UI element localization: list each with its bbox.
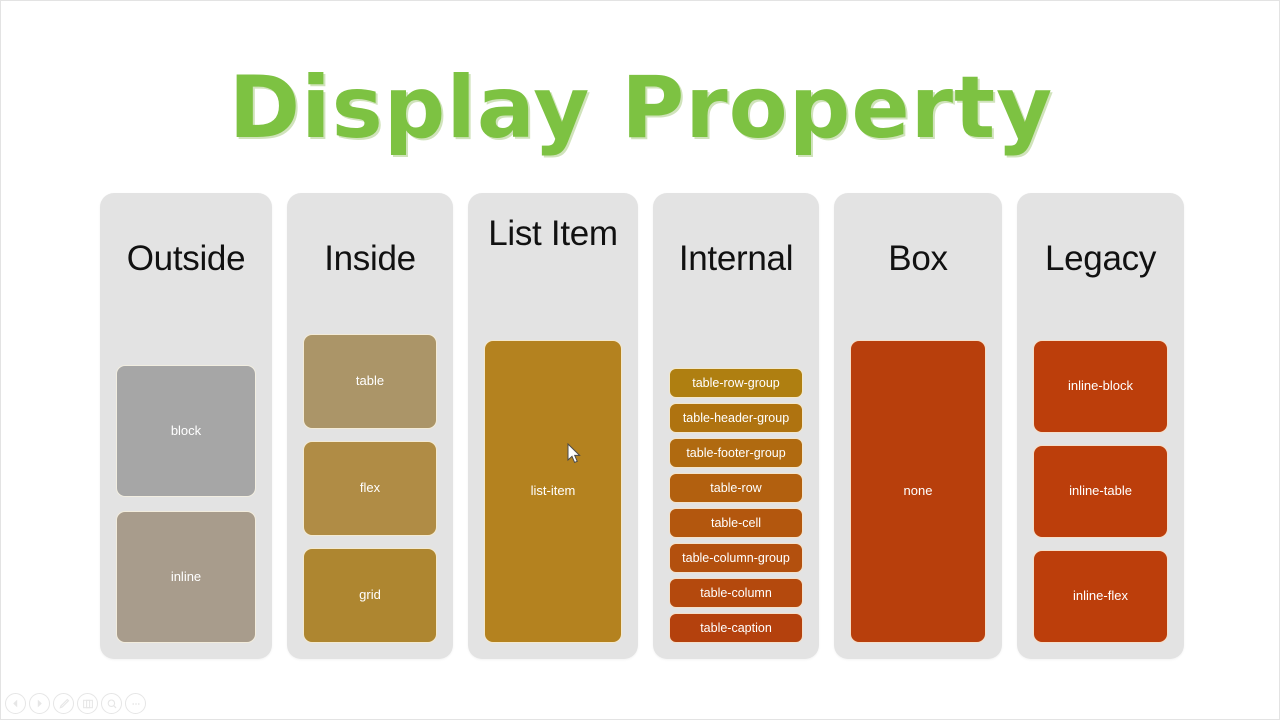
value-tile-table-column-group[interactable]: table-column-group [669,543,803,573]
column-header-outside: Outside [126,239,246,278]
ellipsis-icon [131,702,140,705]
value-tile-table-row-group[interactable]: table-row-group [669,368,803,398]
pen-icon [58,698,69,709]
column-legacy: Legacy inline-block inline-table inline-… [1017,193,1184,659]
value-tile-table[interactable]: table [303,334,437,429]
column-body-box: none [850,278,986,645]
column-internal: Internal table-row-group table-header-gr… [653,193,819,659]
value-tile-inline-block[interactable]: inline-block [1033,340,1168,433]
value-tile-grid[interactable]: grid [303,548,437,643]
column-outside: Outside block inline [100,193,272,659]
play-icon [37,699,42,708]
page-title: Display Property [228,58,1054,158]
value-tile-table-column[interactable]: table-column [669,578,803,608]
value-tile-table-footer-group[interactable]: table-footer-group [669,438,803,468]
value-tile-inline-flex[interactable]: inline-flex [1033,550,1168,643]
column-header-internal: Internal [678,239,794,278]
value-tile-table-row[interactable]: table-row [669,473,803,503]
value-tile-flex[interactable]: flex [303,441,437,536]
column-body-legacy: inline-block inline-table inline-flex [1033,278,1168,645]
zoom-button[interactable] [101,693,122,714]
column-header-legacy: Legacy [1044,239,1157,278]
value-tile-table-cell[interactable]: table-cell [669,508,803,538]
column-box: Box none [834,193,1002,659]
value-tile-inline-table[interactable]: inline-table [1033,445,1168,538]
value-tile-block[interactable]: block [116,365,256,497]
value-tile-none[interactable]: none [850,340,986,643]
pen-tool-button[interactable] [53,693,74,714]
column-inside: Inside table flex grid [287,193,453,659]
all-slides-button[interactable] [77,693,98,714]
slide-canvas: Display Property Outside block inline In… [0,0,1280,720]
more-options-button[interactable] [125,693,146,714]
next-slide-button[interactable] [29,693,50,714]
column-body-inside: table flex grid [303,278,437,645]
column-list-item: List Item list-item [468,193,638,659]
magnifier-icon [107,698,116,708]
column-body-internal: table-row-group table-header-group table… [669,278,803,645]
column-body-outside: block inline [116,278,256,645]
column-header-box: Box [888,239,948,278]
value-tile-table-caption[interactable]: table-caption [669,613,803,643]
value-tile-list-item[interactable]: list-item [484,340,622,643]
column-header-list-item: List Item [488,214,618,253]
column-header-inside: Inside [324,239,416,278]
previous-slide-button[interactable] [5,693,26,714]
value-tile-inline[interactable]: inline [116,511,256,643]
value-tile-table-header-group[interactable]: table-header-group [669,403,803,433]
grid-icon [82,699,93,708]
column-body-list-item: list-item [484,253,622,645]
presentation-control-bar [5,693,146,714]
chevron-left-icon [13,699,18,708]
display-property-columns: Outside block inline Inside table flex g… [100,193,1184,659]
